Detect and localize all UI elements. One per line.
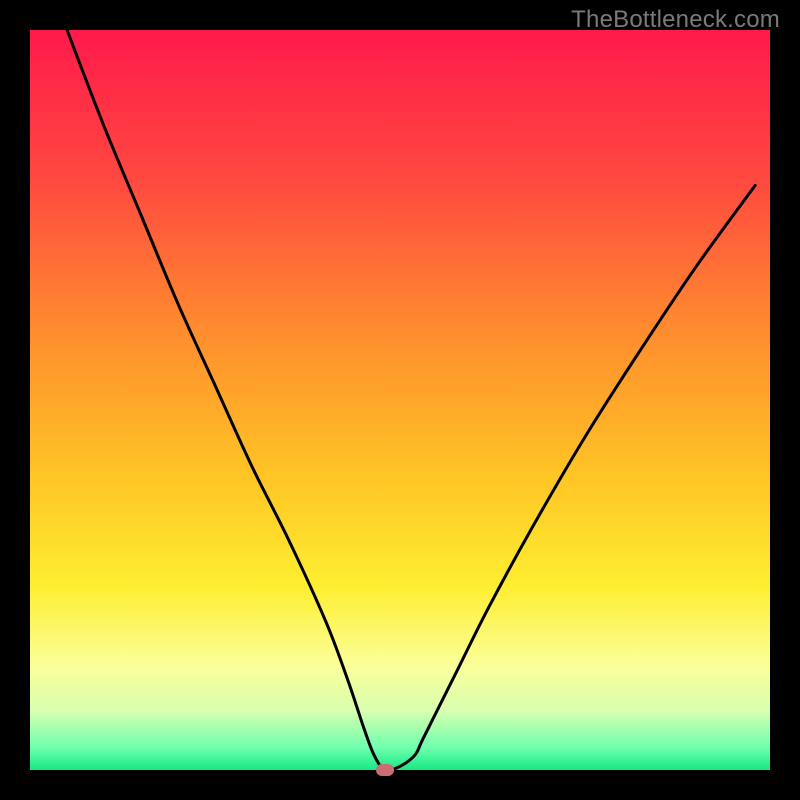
watermark-text: TheBottleneck.com [571, 6, 780, 34]
bottleneck-curve [30, 30, 770, 770]
plot-area [30, 30, 770, 770]
optimal-point-marker [376, 764, 394, 776]
chart-frame: TheBottleneck.com [0, 0, 800, 800]
